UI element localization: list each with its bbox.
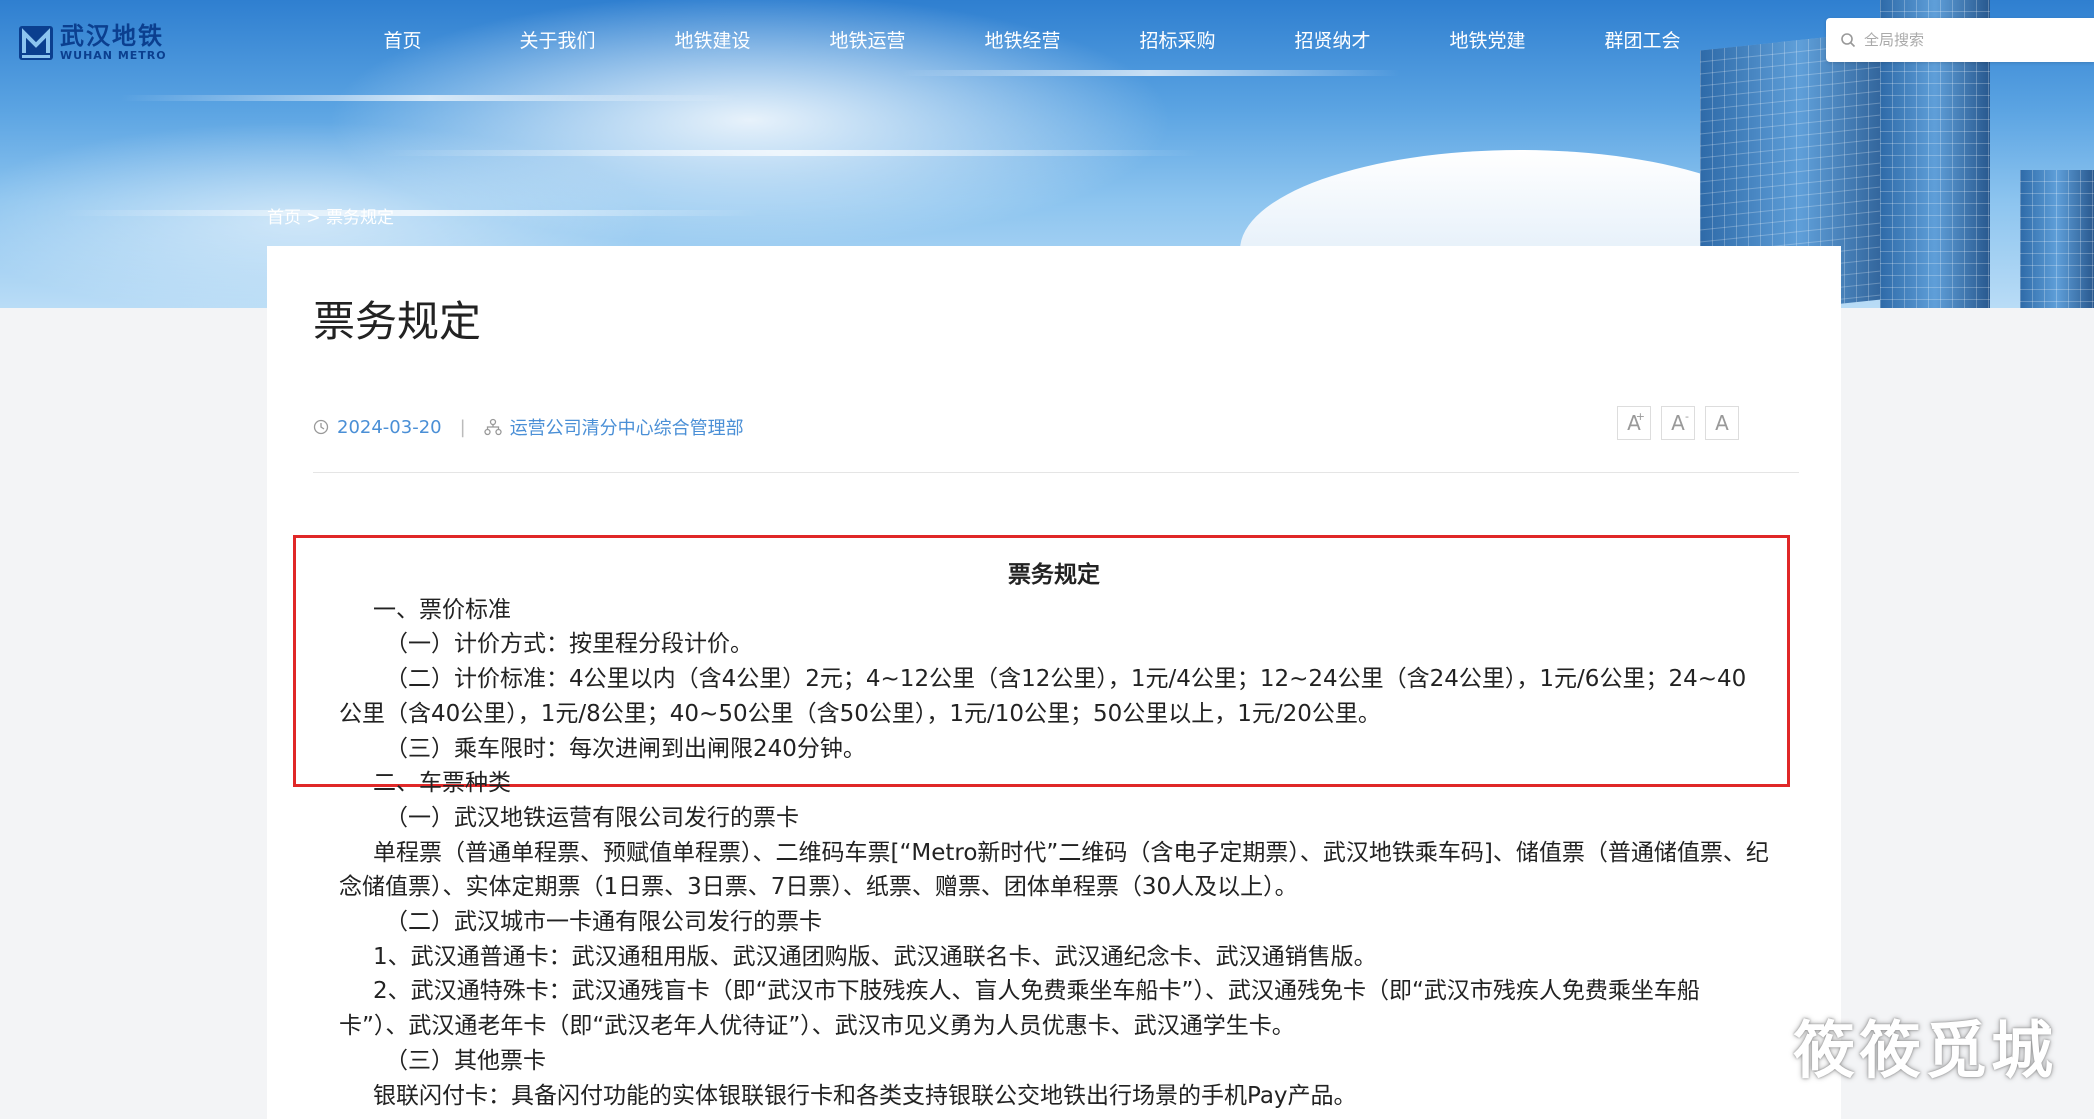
body-paragraph: 一、票价标准 — [373, 596, 511, 623]
body-paragraph: 二、车票种类 — [373, 770, 511, 797]
organization-icon — [484, 418, 502, 436]
article-body: 票务规定 一、票价标准 （一）计价方式：按里程分段计价。 （二）计价标准：4公里… — [339, 558, 1769, 1113]
body-paragraph: （三）其他票卡 — [385, 1047, 546, 1074]
font-smaller-sup: - — [1685, 410, 1689, 423]
main-nav: 首页 关于我们 地铁建设 地铁运营 地铁经营 招标采购 招贤纳才 地铁党建 群团… — [325, 26, 1720, 53]
body-paragraph: （一）计价方式：按里程分段计价。 — [385, 631, 753, 658]
search-box[interactable] — [1826, 18, 2094, 62]
body-paragraph: 1、武汉通普通卡：武汉通租用版、武汉通团购版、武汉通联名卡、武汉通纪念卡、武汉通… — [373, 943, 1377, 970]
department[interactable]: 运营公司清分中心综合管理部 — [510, 414, 744, 440]
nav-item-construction[interactable]: 地铁建设 — [635, 26, 790, 53]
body-paragraph: （一）武汉地铁运营有限公司发行的票卡 — [385, 804, 799, 831]
publish-date: 2024-03-20 — [337, 416, 442, 438]
body-paragraph: 单程票（普通单程票、预赋值单程票）、二维码车票[“Metro新时代”二维码（含电… — [339, 839, 1769, 901]
body-paragraph: 2、武汉通特殊卡：武汉通残盲卡（即“武汉市下肢残疾人、盲人免费乘坐车船卡”）、武… — [339, 978, 1700, 1040]
body-paragraph: （二）武汉城市一卡通有限公司发行的票卡 — [385, 909, 822, 936]
nav-item-home[interactable]: 首页 — [325, 26, 480, 53]
article-card: 票务规定 2024-03-20 | 运营公司清分中心综合管理部 A + A- A … — [267, 246, 1841, 1119]
breadcrumb: 首页 > 票务规定 — [267, 203, 394, 228]
building-image — [2020, 170, 2094, 308]
breadcrumb-separator: > — [306, 208, 321, 228]
breadcrumb-home[interactable]: 首页 — [267, 208, 301, 228]
divider — [313, 472, 1799, 473]
breadcrumb-current: 票务规定 — [326, 208, 395, 228]
nav-item-recruitment[interactable]: 招贤纳才 — [1255, 26, 1410, 53]
clock-icon — [313, 419, 329, 435]
body-paragraph: 银联闪付卡：具备闪付功能的实体银联银行卡和各类支持银联公交地铁出行场景的手机Pa… — [373, 1082, 1357, 1109]
nav-item-party[interactable]: 地铁党建 — [1410, 26, 1565, 53]
light-streak — [900, 70, 1400, 76]
nav-item-about[interactable]: 关于我们 — [480, 26, 635, 53]
meta-separator: | — [459, 416, 466, 438]
font-reset-label: A — [1715, 411, 1729, 435]
logo[interactable]: 武汉地铁 WUHAN METRO — [18, 24, 167, 61]
nav-item-union[interactable]: 群团工会 — [1565, 26, 1720, 53]
search-input[interactable] — [1862, 30, 2066, 50]
body-paragraph: （三）乘车限时：每次进闸到出闸限240分钟。 — [385, 735, 866, 762]
font-larger-button[interactable]: A + — [1617, 406, 1651, 440]
nav-item-operation[interactable]: 地铁运营 — [790, 26, 945, 53]
light-streak — [120, 95, 740, 101]
body-paragraph: （二）计价标准：4公里以内（含4公里）2元；4~12公里（含12公里），1元/4… — [339, 666, 1747, 727]
nav-item-business[interactable]: 地铁经营 — [945, 26, 1100, 53]
font-smaller-button[interactable]: A- — [1661, 406, 1695, 440]
logo-text-cn: 武汉地铁 — [60, 22, 164, 50]
logo-text-en: WUHAN METRO — [60, 49, 167, 62]
body-heading: 票务规定 — [1008, 562, 1100, 588]
font-larger-sup: + — [1635, 410, 1645, 423]
nav-item-procurement[interactable]: 招标采购 — [1100, 26, 1255, 53]
metro-logo-icon — [19, 25, 53, 60]
page-title: 票务规定 — [313, 297, 482, 346]
font-size-tools: A + A- A — [1617, 406, 1739, 440]
article-meta: 2024-03-20 | 运营公司清分中心综合管理部 — [313, 414, 744, 440]
search-icon[interactable] — [1840, 32, 1856, 48]
watermark: 筱筱觅城 — [1793, 1014, 2058, 1087]
light-streak — [380, 150, 1200, 156]
light-streak — [60, 210, 760, 216]
font-smaller-label: A — [1671, 411, 1685, 435]
font-reset-button[interactable]: A — [1705, 406, 1739, 440]
